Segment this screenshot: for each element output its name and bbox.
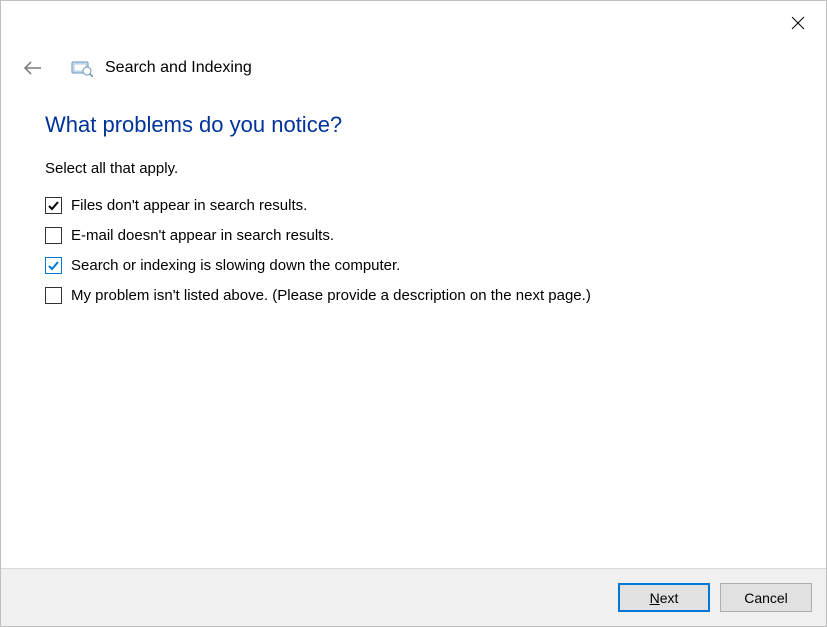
next-button-rest: ext (660, 590, 679, 606)
next-button-accelerator: N (650, 590, 660, 606)
cancel-button-label: Cancel (744, 590, 788, 606)
option-label: My problem isn't listed above. (Please p… (71, 287, 591, 304)
option-email-missing[interactable]: E-mail doesn't appear in search results. (45, 227, 782, 244)
troubleshooter-icon (71, 58, 93, 78)
back-button[interactable] (21, 56, 45, 80)
window-title: Search and Indexing (105, 59, 252, 77)
header: Search and Indexing (1, 1, 826, 80)
checkmark-icon (47, 259, 60, 272)
checkbox[interactable] (45, 227, 62, 244)
options-list: Files don't appear in search results. E-… (45, 197, 782, 304)
checkbox[interactable] (45, 287, 62, 304)
back-arrow-icon (23, 60, 43, 76)
option-label: Search or indexing is slowing down the c… (71, 257, 400, 274)
checkbox[interactable] (45, 257, 62, 274)
cancel-button[interactable]: Cancel (720, 583, 812, 612)
content-area: What problems do you notice? Select all … (1, 80, 826, 568)
close-icon (791, 16, 805, 30)
footer: Next Cancel (1, 568, 826, 626)
option-label: Files don't appear in search results. (71, 197, 307, 214)
option-not-listed[interactable]: My problem isn't listed above. (Please p… (45, 287, 782, 304)
option-slow-indexing[interactable]: Search or indexing is slowing down the c… (45, 257, 782, 274)
page-subheading: Select all that apply. (45, 160, 782, 177)
next-button[interactable]: Next (618, 583, 710, 612)
page-heading: What problems do you notice? (45, 112, 782, 138)
option-label: E-mail doesn't appear in search results. (71, 227, 334, 244)
troubleshooter-window: Search and Indexing What problems do you… (0, 0, 827, 627)
checkbox[interactable] (45, 197, 62, 214)
checkmark-icon (47, 199, 60, 212)
close-button[interactable] (788, 13, 808, 33)
option-files-missing[interactable]: Files don't appear in search results. (45, 197, 782, 214)
